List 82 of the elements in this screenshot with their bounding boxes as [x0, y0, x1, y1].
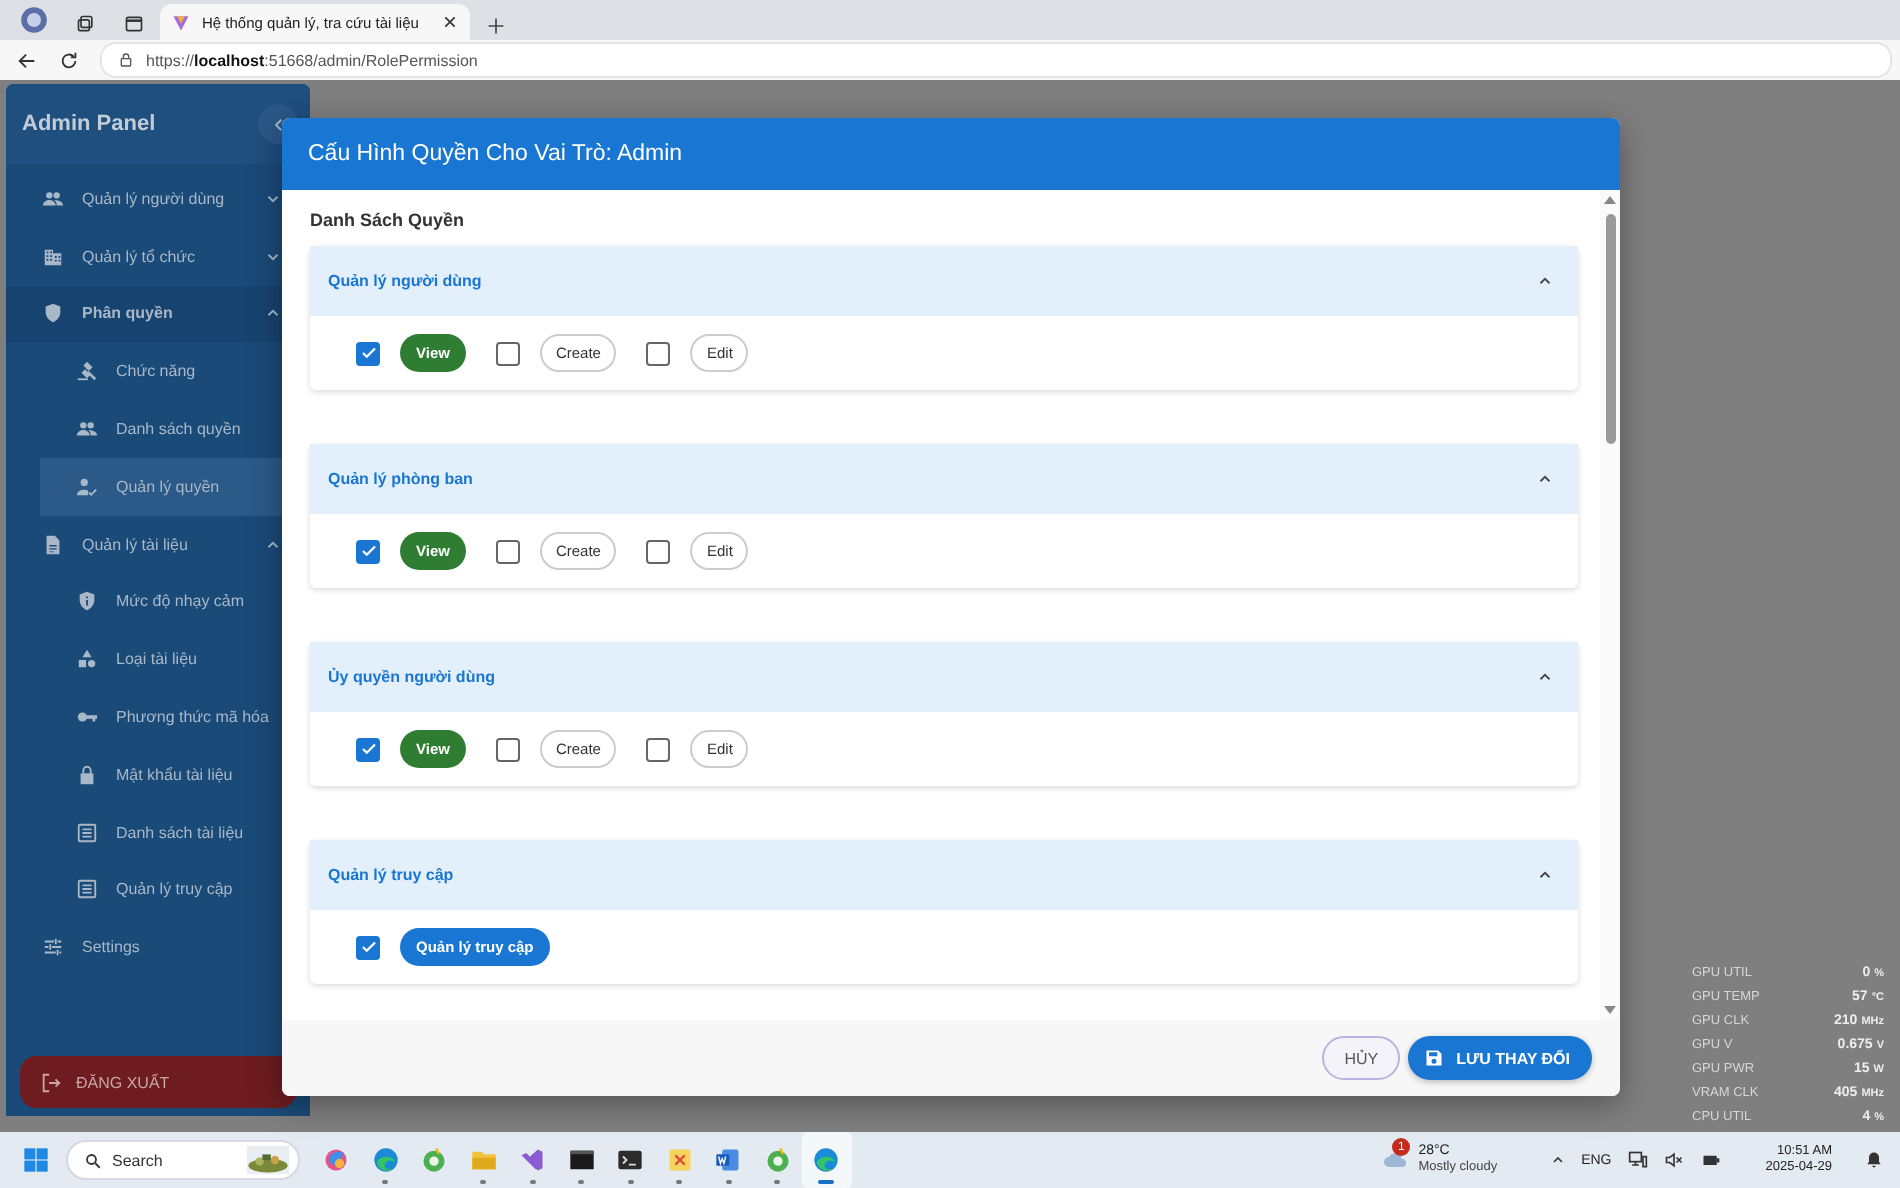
save-button[interactable]: LƯU THAY ĐỔI — [1408, 1036, 1592, 1080]
search-icon — [84, 1151, 102, 1169]
sidebar-item[interactable]: Quản lý tài liệu — [6, 515, 310, 574]
back-icon[interactable] — [16, 49, 38, 71]
refresh-icon[interactable] — [58, 49, 80, 71]
ring-icon — [420, 1146, 449, 1174]
people-icon — [76, 418, 98, 441]
section-title: Danh Sách Quyền — [310, 210, 467, 230]
checkbox[interactable] — [495, 341, 520, 365]
dialog-title: Cấu Hình Quyền Cho Vai Trò: Admin — [308, 142, 683, 166]
checkmark-icon — [359, 542, 377, 560]
folder-icon — [469, 1146, 498, 1174]
terminal-icon — [616, 1146, 645, 1174]
chevron-up-icon[interactable] — [1549, 1152, 1566, 1168]
checkbox[interactable] — [495, 737, 520, 761]
sidebar-item[interactable]: Settings — [6, 918, 310, 977]
cancel-button[interactable]: HỦY — [1322, 1036, 1401, 1080]
sidebar-subitem[interactable]: Phương thức mã hóa — [6, 688, 310, 746]
chevron-left-icon — [269, 115, 287, 133]
triangle-icon — [172, 13, 190, 31]
checkbox[interactable] — [646, 737, 671, 761]
logout-icon — [40, 1071, 62, 1093]
group-header[interactable]: Quản lý truy cập — [310, 840, 1578, 910]
browser-icon — [371, 1146, 400, 1174]
group-header[interactable]: Quản lý phòng ban — [310, 444, 1578, 514]
checkbox[interactable] — [495, 539, 520, 563]
group-header[interactable]: Quản lý người dùng — [310, 246, 1578, 316]
window-icon[interactable] — [124, 14, 144, 34]
checkbox[interactable] — [356, 539, 380, 563]
chevron-up-icon[interactable] — [1536, 272, 1554, 290]
lock-icon — [76, 763, 98, 786]
group-header[interactable]: Ủy quyền người dùng — [310, 642, 1578, 712]
sidebar-subitem[interactable]: Quản lý truy cập — [6, 861, 310, 919]
sidebar-item[interactable]: Quản lý người dùng — [6, 170, 310, 228]
checkmark-icon — [359, 344, 377, 362]
lock-icon — [118, 52, 134, 68]
shapes-icon — [76, 648, 98, 671]
console-icon — [567, 1146, 596, 1174]
start-icon[interactable] — [22, 1146, 50, 1174]
close-button[interactable] — [442, 14, 458, 30]
battery-icon[interactable] — [1699, 1150, 1722, 1170]
gavel-icon — [76, 360, 98, 383]
browser-icon — [812, 1146, 841, 1174]
chevron-up-icon[interactable] — [1536, 866, 1554, 884]
muted-speaker-icon[interactable] — [1663, 1150, 1684, 1170]
checkbox[interactable] — [356, 341, 380, 365]
list-icon — [76, 821, 98, 844]
chevron-up-icon[interactable] — [1536, 470, 1554, 488]
people-icon — [42, 187, 64, 210]
checkmark-icon — [359, 938, 377, 956]
checkbox[interactable] — [356, 935, 380, 959]
ring-icon — [763, 1146, 792, 1174]
new-tab-button[interactable] — [486, 16, 506, 40]
checkbox[interactable] — [356, 737, 380, 761]
sidebar-subitem[interactable]: Mức độ nhạy cảm — [6, 573, 310, 631]
sidebar-subitem[interactable]: Chức năng — [6, 342, 310, 401]
profile-avatar[interactable] — [20, 6, 48, 34]
document-icon — [42, 533, 64, 556]
checkmark-icon — [359, 740, 377, 758]
sidebar-title: Admin Panel — [22, 112, 156, 136]
checkbox[interactable] — [646, 341, 671, 365]
save-icon — [1424, 1048, 1445, 1068]
sidebar-subitem[interactable]: Danh sách tài liệu — [6, 803, 310, 862]
shield-icon — [42, 302, 64, 325]
sliders-icon — [42, 936, 64, 959]
sidebar-subitem[interactable]: Danh sách quyền — [6, 400, 310, 458]
address-field[interactable]: https://localhost:51668/admin/RolePermission — [100, 42, 1892, 78]
sidebar-item[interactable]: Quản lý tổ chức — [6, 227, 310, 286]
checkbox[interactable] — [646, 539, 671, 563]
list-icon — [76, 878, 98, 901]
bell-icon[interactable] — [1864, 1150, 1884, 1170]
building-icon — [42, 245, 64, 268]
tabs-icon[interactable] — [76, 14, 96, 34]
sidebar-subitem[interactable]: Loại tài liệu — [6, 630, 310, 689]
chevron-up-icon[interactable] — [1536, 668, 1554, 686]
logout-button[interactable]: ĐĂNG XUẤT — [20, 1056, 296, 1108]
scrollbar[interactable] — [1600, 190, 1620, 1020]
shield-icon — [76, 590, 98, 613]
network-icon[interactable] — [1627, 1150, 1648, 1170]
sidebar-subitem[interactable]: Mật khẩu tài liệu — [6, 745, 310, 804]
person-check-icon — [76, 475, 98, 498]
search-input[interactable]: Search — [112, 1151, 232, 1169]
